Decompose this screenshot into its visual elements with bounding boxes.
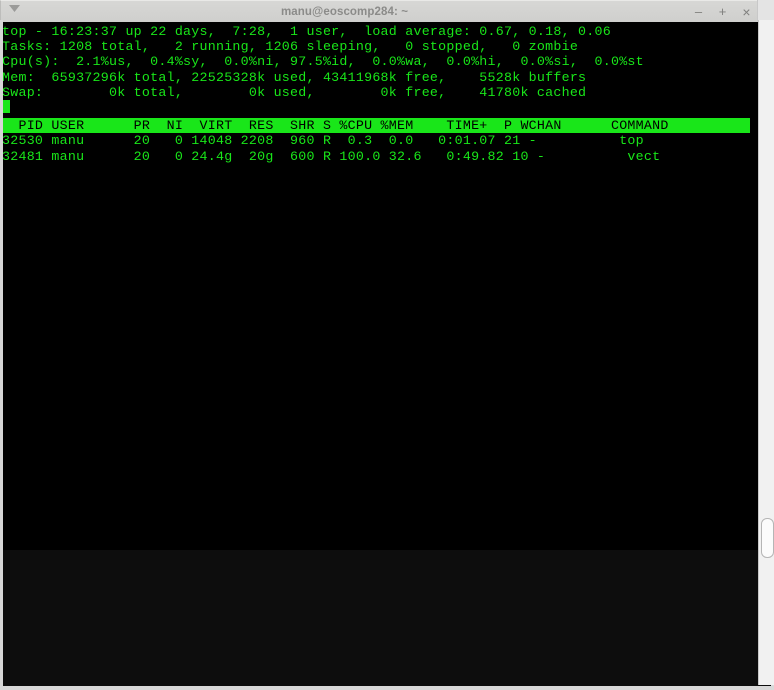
terminal-output-area[interactable]: top - 16:23:37 up 22 days, 7:28, 1 user,… — [0, 22, 760, 550]
document-bottom-border — [0, 686, 774, 690]
application-root: Relancer avec amplxe-gui Coder sur CPU m… — [0, 0, 774, 690]
top-summary-line: Swap: 0k total, 0k used, 0k free, 41780k… — [2, 84, 587, 100]
vertical-scrollbar[interactable] — [758, 20, 774, 685]
maximize-button[interactable]: + — [716, 1, 729, 23]
window-title: manu@eoscomp284: ~ — [280, 5, 409, 18]
document-left-border — [0, 20, 3, 690]
window-controls: – + × — [692, 1, 759, 23]
text-cursor — [2, 100, 10, 114]
top-summary-line: Cpu(s): 2.1%us, 0.4%sy, 0.0%ni, 97.5%id,… — [2, 54, 644, 70]
process-table-header: PID USER PR NI VIRT RES SHR S %CPU %MEM … — [2, 118, 750, 134]
process-table-row: 32530 manu 20 0 14048 2208 960 R 0.3 0.0… — [2, 133, 644, 149]
close-button[interactable]: × — [740, 1, 753, 23]
top-summary-line: top - 16:23:37 up 22 days, 7:28, 1 user,… — [2, 24, 611, 39]
scrollbar-top-corner — [757, 0, 774, 21]
top-summary-line: Mem: 65937296k total, 22525328k used, 43… — [2, 69, 587, 85]
minimize-button[interactable]: – — [692, 1, 705, 23]
terminal-window[interactable]: manu@eoscomp284: ~ – + × top - 16:23:37 … — [0, 0, 760, 550]
vertical-scrollbar-thumb[interactable] — [761, 518, 774, 558]
process-table-row: 32481 manu 20 0 24.4g 20g 600 R 100.0 32… — [2, 148, 661, 164]
top-summary-line: Tasks: 1208 total, 2 running, 1206 sleep… — [2, 39, 579, 55]
terminal-titlebar[interactable]: manu@eoscomp284: ~ – + × — [0, 0, 760, 22]
terminal-cursor-line — [2, 100, 760, 115]
